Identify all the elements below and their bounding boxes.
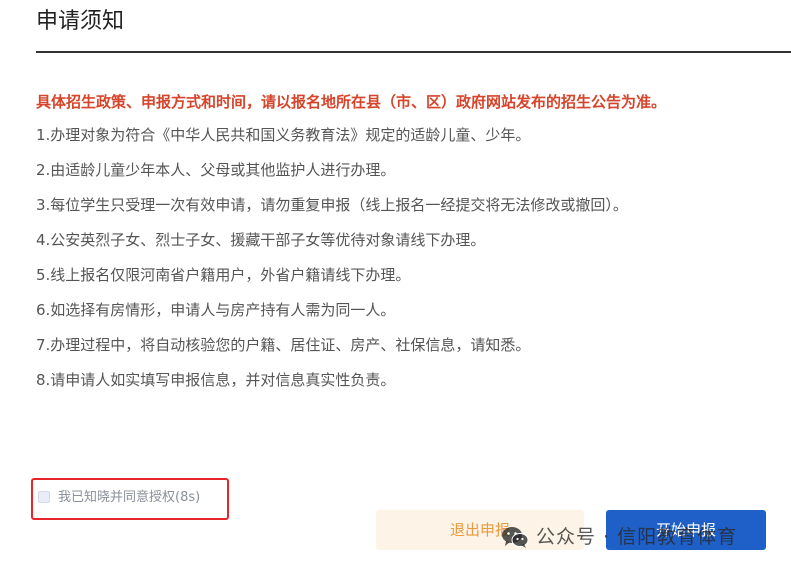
notice-item-1: 1.办理对象为符合《中华人民共和国义务教育法》规定的适龄儿童、少年。 [36,126,531,144]
page-title: 申请须知 [36,9,125,34]
notice-item-6: 6.如选择有房情形，申请人与房产持有人需为同一人。 [36,301,396,319]
notice-item-4: 4.公安英烈子女、烈士子女、援藏干部子女等优待对象请线下办理。 [36,231,486,249]
notice-item-3: 3.每位学生只受理一次有效申请，请勿重复申报（线上报名一经提交将无法修改或撤回）… [36,196,628,214]
notice-items-list: 1.办理对象为符合《中华人民共和国义务教育法》规定的适龄儿童、少年。 2.由适龄… [36,124,628,404]
notice-item-5: 5.线上报名仅限河南省户籍用户，外省户籍请线下办理。 [36,266,411,284]
watermark-text: 公众号 · 信阳教育体育 [536,526,738,548]
title-divider [36,51,791,53]
watermark: 公众号 · 信阳教育体育 [500,523,737,551]
policy-notice: 具体招生政策、申报方式和时间，请以报名地所在县（市、区）政府网站发布的招生公告为… [36,93,667,111]
consent-label[interactable]: 我已知晓并同意授权(8s) [58,489,200,507]
application-notice-page: 申请须知 具体招生政策、申报方式和时间，请以报名地所在县（市、区）政府网站发布的… [0,0,791,568]
notice-item-7: 7.办理过程中，将自动核验您的户籍、居住证、房产、社保信息，请知悉。 [36,336,531,354]
notice-item-2: 2.由适龄儿童少年本人、父母或其他监护人进行办理。 [36,161,396,179]
wechat-icon [502,527,529,548]
consent-checkbox[interactable] [38,491,50,503]
notice-item-8: 8.请申请人如实填写申报信息，并对信息真实性负责。 [36,371,396,389]
